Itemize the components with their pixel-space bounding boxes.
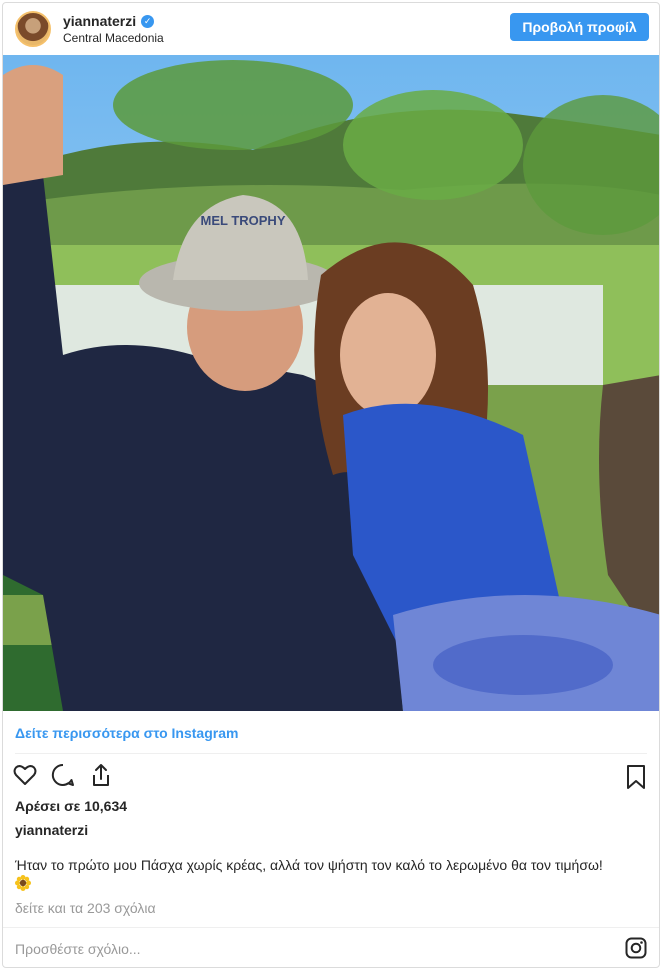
photo-illustration: MEL TROPHY bbox=[3, 55, 659, 711]
hat-text: MEL TROPHY bbox=[201, 213, 286, 228]
likes-count[interactable]: Αρέσει σε 10,634 bbox=[15, 798, 127, 814]
heart-icon[interactable] bbox=[11, 761, 39, 789]
bookmark-icon[interactable] bbox=[623, 763, 649, 791]
post-header: yiannaterzi ✓ Central Macedonia Προβολή … bbox=[3, 3, 659, 55]
comment-icon[interactable] bbox=[49, 761, 77, 789]
see-more-on-instagram-link[interactable]: Δείτε περισσότερα στο Instagram bbox=[15, 725, 238, 741]
location[interactable]: Central Macedonia bbox=[63, 31, 164, 45]
divider bbox=[15, 753, 647, 754]
instagram-logo-icon[interactable] bbox=[625, 937, 647, 959]
sunflower-icon bbox=[15, 875, 31, 891]
add-comment-input[interactable]: Προσθέστε σχόλιο... bbox=[15, 941, 141, 957]
action-bar bbox=[11, 761, 115, 791]
view-all-comments-link[interactable]: δείτε και τα 203 σχόλια bbox=[15, 900, 156, 916]
avatar[interactable] bbox=[15, 11, 51, 47]
caption-author[interactable]: yiannaterzi bbox=[15, 822, 88, 838]
verified-badge-icon: ✓ bbox=[141, 14, 155, 28]
username[interactable]: yiannaterzi bbox=[63, 13, 136, 29]
username-row: yiannaterzi ✓ bbox=[63, 13, 155, 29]
post-photo[interactable]: MEL TROPHY bbox=[3, 55, 659, 711]
caption-text: Ήταν το πρώτο μου Πάσχα χωρίς κρέας, αλλ… bbox=[15, 857, 603, 873]
instagram-embed-card: yiannaterzi ✓ Central Macedonia Προβολή … bbox=[2, 2, 660, 968]
divider bbox=[3, 927, 659, 928]
view-profile-button[interactable]: Προβολή προφίλ bbox=[510, 13, 649, 41]
share-icon[interactable] bbox=[87, 761, 115, 789]
